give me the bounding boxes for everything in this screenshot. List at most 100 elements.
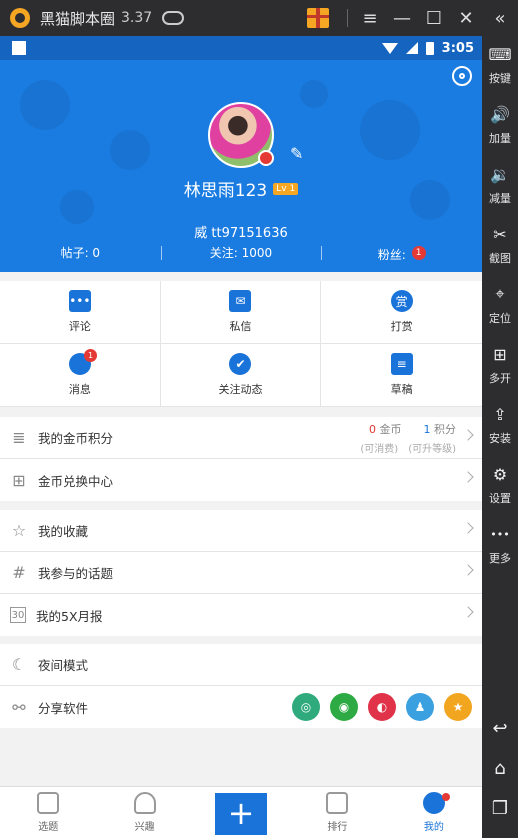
level-badge: Lv 1: [273, 182, 299, 195]
plus-icon: +: [215, 792, 268, 835]
chevron-right-icon: [462, 606, 474, 618]
nav-ranking[interactable]: 排行: [289, 787, 385, 838]
gift-icon[interactable]: [307, 8, 329, 28]
gift-box-icon: ⊞: [12, 470, 26, 490]
points-note: (可升等级): [408, 444, 456, 455]
location-icon: ⌖: [495, 284, 505, 303]
profile-stats: 帖子: 0 关注: 1000 粉丝: 1: [0, 246, 482, 272]
grid-item-messages[interactable]: 1 消息: [0, 344, 161, 407]
settings-icon[interactable]: [452, 66, 472, 86]
background-doodle: [300, 80, 328, 108]
minimize-button[interactable]: —: [386, 0, 418, 36]
notification-dot: [441, 793, 450, 801]
bottom-navigation: 选题 兴趣 + 排行 我的: [0, 786, 482, 838]
emulator-logo-icon: [10, 8, 30, 28]
nav-create[interactable]: +: [193, 787, 289, 838]
stat-fans-label: 粉丝:: [377, 248, 406, 262]
window-controls: ≡ — ☐ ✕ «: [307, 0, 518, 36]
background-doodle: [20, 80, 70, 130]
grid-item-mail[interactable]: ✉ 私信: [160, 281, 322, 344]
recent-apps-button[interactable]: ❐: [482, 790, 518, 826]
stat-posts[interactable]: 帖子: 0: [0, 246, 161, 272]
share-row: ⚯ 分享软件 ◎ ◉ ◐ ♟ ★: [0, 686, 482, 728]
multi-open-button[interactable]: ⊞ 多开: [482, 342, 518, 402]
close-button[interactable]: ✕: [450, 0, 482, 36]
weibo-icon[interactable]: ◐: [368, 693, 396, 721]
status-time: 3:05: [441, 40, 474, 56]
grid-item-comment[interactable]: ••• 评论: [0, 281, 161, 344]
home-button[interactable]: ⌂: [482, 750, 518, 786]
monthly-report-row[interactable]: 30 我的5X月报: [0, 594, 482, 636]
moments-icon[interactable]: ◎: [292, 693, 320, 721]
stat-following[interactable]: 关注: 1000: [160, 246, 322, 272]
monthly-report-row-label: 我的5X月报: [36, 608, 103, 624]
stat-fans[interactable]: 粉丝: 1: [321, 246, 482, 272]
volume-up-button[interactable]: 🔊 加量: [482, 102, 518, 162]
coins-row-label: 我的金币积分: [38, 431, 114, 446]
night-mode-row[interactable]: ☾ 夜间模式: [0, 644, 482, 686]
emulator-side-toolbar: ⌨ 按键 🔊 加量 🔉 减量 ✂ 截图 ⌖ 定位 ⊞ 多开 ⇪ 安装 ⚙ 设置 …: [482, 36, 518, 838]
coins-stack-icon: ≣: [12, 428, 26, 447]
username-row: 林思雨123 Lv 1: [0, 176, 482, 201]
nav-label: 我的: [423, 822, 444, 833]
screenshot-button[interactable]: ✂ 截图: [482, 222, 518, 282]
chevron-right-icon: [462, 522, 474, 534]
coins-row[interactable]: ≣ 我的金币积分 0 金币 1 积分 (可消费) (可升等级): [0, 417, 482, 459]
collapse-sidebar-button[interactable]: «: [482, 0, 518, 36]
side-label: 更多: [489, 552, 511, 565]
location-button[interactable]: ⌖ 定位: [482, 282, 518, 342]
grid-item-reward[interactable]: 赏 打赏: [321, 281, 482, 344]
exchange-row[interactable]: ⊞ 金币兑换中心: [0, 459, 482, 501]
more-button[interactable]: ••• 更多: [482, 522, 518, 582]
edit-pencil-icon[interactable]: ✎: [290, 146, 306, 162]
nav-profile[interactable]: 我的: [386, 787, 482, 838]
volume-down-icon: 🔉: [490, 164, 510, 184]
follow-feed-icon: ✔: [229, 353, 252, 375]
favorites-row[interactable]: ☆ 我的收藏: [0, 510, 482, 552]
ranking-icon: [326, 792, 349, 814]
emulator-title: 黑猫脚本圈: [40, 9, 116, 28]
scissors-icon: ✂: [493, 224, 507, 244]
topics-row[interactable]: # 我参与的话题: [0, 552, 482, 594]
qzone-icon[interactable]: ★: [444, 693, 472, 721]
qq-icon[interactable]: ♟: [406, 693, 434, 721]
nav-topics[interactable]: 选题: [0, 787, 96, 838]
share-targets: ◎ ◉ ◐ ♟ ★: [292, 693, 472, 721]
favorites-row-label: 我的收藏: [38, 524, 89, 539]
share-row-label: 分享软件: [38, 700, 89, 716]
coins-section: ≣ 我的金币积分 0 金币 1 积分 (可消费) (可升等级) ⊞ 金币兑换中心: [0, 417, 482, 501]
menu-button[interactable]: ≡: [354, 0, 386, 36]
phone-screen: 3:05 ✎ 林思雨123 Lv 1 威 tt97151636 帖子: 0 关注…: [0, 36, 482, 838]
topics-icon: [37, 792, 60, 814]
back-button[interactable]: ↩: [482, 710, 518, 746]
divider: [347, 9, 348, 27]
wechat-icon[interactable]: ◉: [330, 693, 358, 721]
side-label: 安装: [489, 432, 511, 445]
emulator-version: 3.37: [121, 10, 153, 26]
stat-posts-label: 帖子: 0: [60, 246, 101, 260]
points-unit: 积分: [434, 423, 456, 436]
side-label: 多开: [489, 372, 511, 385]
exchange-row-label: 金币兑换中心: [38, 473, 114, 489]
keyboard-button[interactable]: ⌨ 按键: [482, 42, 518, 102]
side-label: 定位: [489, 312, 511, 325]
grid-item-drafts[interactable]: ≡ 草稿: [321, 344, 482, 407]
grid-item-label: 打赏: [390, 320, 413, 333]
star-outline-icon: ☆: [11, 521, 27, 540]
signal-icon: [405, 42, 418, 54]
gamepad-icon[interactable]: [162, 11, 185, 25]
reward-icon: 赏: [390, 290, 413, 312]
mail-icon: ✉: [229, 290, 252, 312]
volume-down-button[interactable]: 🔉 减量: [482, 162, 518, 222]
grid-item-follow-feed[interactable]: ✔ 关注动态: [160, 344, 322, 407]
nav-interests[interactable]: 兴趣: [96, 787, 192, 838]
install-apk-button[interactable]: ⇪ 安装: [482, 402, 518, 462]
maximize-button[interactable]: ☐: [418, 0, 450, 36]
more-dots-icon: •••: [490, 527, 510, 541]
side-label: 按键: [489, 72, 511, 85]
user-id: 威 tt97151636: [194, 226, 288, 241]
grid-item-label: 草稿: [390, 383, 413, 396]
username: 林思雨123: [183, 181, 268, 201]
messages-badge: 1: [84, 349, 97, 362]
settings-button[interactable]: ⚙ 设置: [482, 462, 518, 522]
